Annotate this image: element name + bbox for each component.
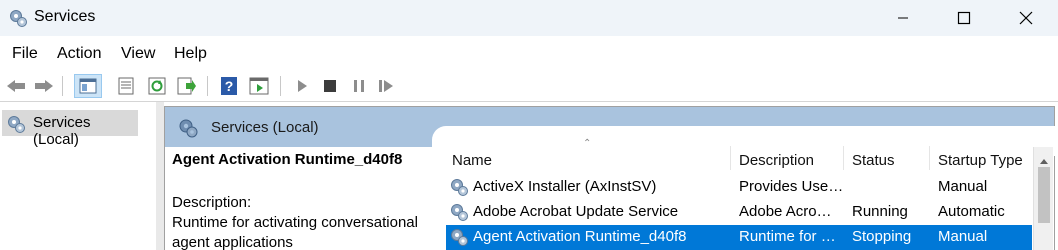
selected-service-title: Agent Activation Runtime_d40f8	[172, 151, 403, 168]
gears-icon	[8, 8, 28, 28]
cell-name: Adobe Acrobat Update Service	[473, 203, 679, 220]
maximize-button[interactable]	[941, 0, 987, 36]
cell-startup-type: Automatic	[938, 203, 1005, 220]
forward-icon	[35, 80, 53, 92]
show-hide-tree-button[interactable]	[74, 74, 102, 98]
export-list-icon	[177, 77, 196, 95]
title-bar: Services	[0, 0, 1058, 36]
help-icon: ?	[221, 77, 237, 95]
pause-service-button[interactable]	[347, 74, 371, 98]
maximize-icon	[957, 11, 971, 25]
sort-ascending-icon: ⌃	[583, 138, 592, 149]
back-icon	[7, 80, 25, 92]
toolbar-separator	[207, 76, 208, 96]
stop-service-button[interactable]	[318, 74, 342, 98]
table-row[interactable]: Agent Activation Runtime_d40f8 Runtime f…	[446, 225, 1032, 250]
gears-icon	[6, 114, 26, 138]
toolbar: ?	[0, 70, 1058, 102]
column-separator[interactable]	[843, 146, 844, 170]
cell-startup-type: Manual	[938, 228, 988, 245]
start-service-icon	[298, 80, 307, 92]
column-header-startup-type[interactable]: Startup Type	[938, 152, 1023, 169]
restart-service-button[interactable]	[374, 74, 398, 98]
export-list-button[interactable]	[175, 74, 199, 98]
show-hide-action-pane-button[interactable]	[247, 74, 271, 98]
menu-view[interactable]: View	[121, 45, 155, 63]
cell-status: Stopping	[852, 228, 912, 245]
tree-item-services-local[interactable]: Services (Local)	[2, 110, 138, 148]
properties-icon	[118, 77, 134, 95]
column-header-status[interactable]: Status	[852, 152, 895, 169]
menu-help[interactable]: Help	[174, 45, 207, 63]
svg-text:?: ?	[225, 78, 234, 94]
toolbar-separator	[280, 76, 281, 96]
column-header-name[interactable]: Name	[452, 152, 492, 169]
show-hide-action-pane-icon	[249, 77, 269, 95]
results-header-label: Services (Local)	[211, 119, 319, 136]
help-button[interactable]: ?	[217, 74, 241, 98]
minimize-button[interactable]	[880, 0, 926, 36]
stop-service-icon	[324, 80, 336, 92]
column-header-description[interactable]: Description	[739, 152, 814, 169]
cell-description: Runtime for …	[739, 228, 836, 245]
cell-name: Agent Activation Runtime_d40f8	[473, 228, 687, 245]
restart-service-icon	[379, 80, 393, 92]
table-row[interactable]: Adobe Acrobat Update Service Adobe Acro……	[446, 200, 1032, 225]
console-tree: Services (Local)	[0, 106, 156, 250]
forward-button[interactable]	[32, 74, 56, 98]
close-button[interactable]	[1003, 0, 1049, 36]
cell-description: Adobe Acro…	[739, 203, 832, 220]
refresh-icon	[148, 77, 166, 95]
column-separator[interactable]	[730, 146, 731, 170]
menu-action[interactable]: Action	[57, 45, 101, 63]
vertical-scrollbar[interactable]	[1033, 147, 1053, 250]
service-gear-icon	[449, 177, 469, 201]
service-gear-icon	[449, 202, 469, 226]
cell-status: Running	[852, 203, 908, 220]
service-gear-icon	[449, 227, 469, 250]
refresh-button[interactable]	[145, 74, 169, 98]
cell-name: ActiveX Installer (AxInstSV)	[473, 178, 657, 195]
table-row[interactable]: ActiveX Installer (AxInstSV) Provides Us…	[446, 175, 1032, 200]
service-description: Runtime for activating conversational ag…	[172, 214, 418, 250]
cell-startup-type: Manual	[938, 178, 988, 195]
properties-button[interactable]	[114, 74, 138, 98]
show-hide-tree-icon	[79, 78, 97, 94]
gears-icon	[177, 117, 199, 143]
pane-splitter[interactable]	[156, 102, 164, 250]
pause-service-icon	[354, 80, 364, 92]
menu-bar: File Action View Help	[0, 36, 1058, 70]
start-service-button[interactable]	[290, 74, 314, 98]
cell-description: Provides Use…	[739, 178, 843, 195]
description-heading: Description:	[172, 194, 252, 211]
tree-item-label: Services (Local)	[33, 114, 91, 148]
toolbar-separator	[62, 76, 63, 96]
back-button[interactable]	[4, 74, 28, 98]
menu-file[interactable]: File	[12, 45, 38, 63]
scrollbar-thumb[interactable]	[1038, 167, 1050, 223]
close-icon	[1019, 11, 1033, 25]
window-title: Services	[34, 8, 96, 25]
minimize-icon	[898, 17, 908, 19]
column-separator[interactable]	[929, 146, 930, 170]
